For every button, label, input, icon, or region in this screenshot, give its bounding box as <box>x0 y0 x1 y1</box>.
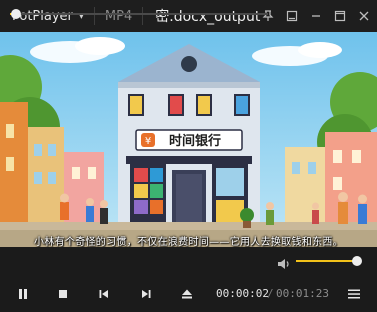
mini-icon[interactable] <box>285 9 299 23</box>
current-time: 00:00:02 <box>216 287 269 300</box>
volume-slider[interactable] <box>296 256 362 266</box>
next-icon[interactable] <box>138 286 154 302</box>
time-separator: / <box>267 287 274 300</box>
control-bar: 00:00:02 / 00:01:23 <box>0 275 377 312</box>
stop-icon[interactable] <box>55 286 71 302</box>
file-format: MP4 <box>104 8 133 24</box>
video-scene: ¥ 时间银行 <box>0 32 377 247</box>
pause-icon[interactable] <box>15 286 31 302</box>
volume-handle[interactable] <box>351 256 362 266</box>
title-divider <box>142 7 144 25</box>
pin-icon[interactable] <box>261 9 275 23</box>
eject-icon[interactable] <box>179 286 195 302</box>
subtitle-text: 小林有个奇怪的习惯，不仅在浪费时间——它用人去换取钱和东西。 <box>34 237 343 248</box>
app-name: PotPlayer <box>12 8 73 24</box>
file-name: 密.docx_output <box>155 9 261 25</box>
volume-level <box>296 260 357 262</box>
sign-icon: ¥ <box>145 136 151 147</box>
previous-icon[interactable] <box>96 286 112 302</box>
seek-bar[interactable] <box>10 9 268 19</box>
minimize-icon[interactable] <box>309 9 323 23</box>
total-time: 00:01:23 <box>276 287 329 300</box>
video-frame[interactable]: ¥ 时间银行 <box>0 32 377 247</box>
menu-icon[interactable] <box>346 286 362 302</box>
maximize-icon[interactable] <box>333 9 347 23</box>
title-divider <box>93 7 95 25</box>
bank-sign: 时间银行 <box>169 133 221 149</box>
close-icon[interactable] <box>357 9 371 23</box>
volume-icon[interactable] <box>277 255 291 269</box>
title-bar: PotPlayer ▾ MP4 密.docx_output <box>0 0 377 32</box>
